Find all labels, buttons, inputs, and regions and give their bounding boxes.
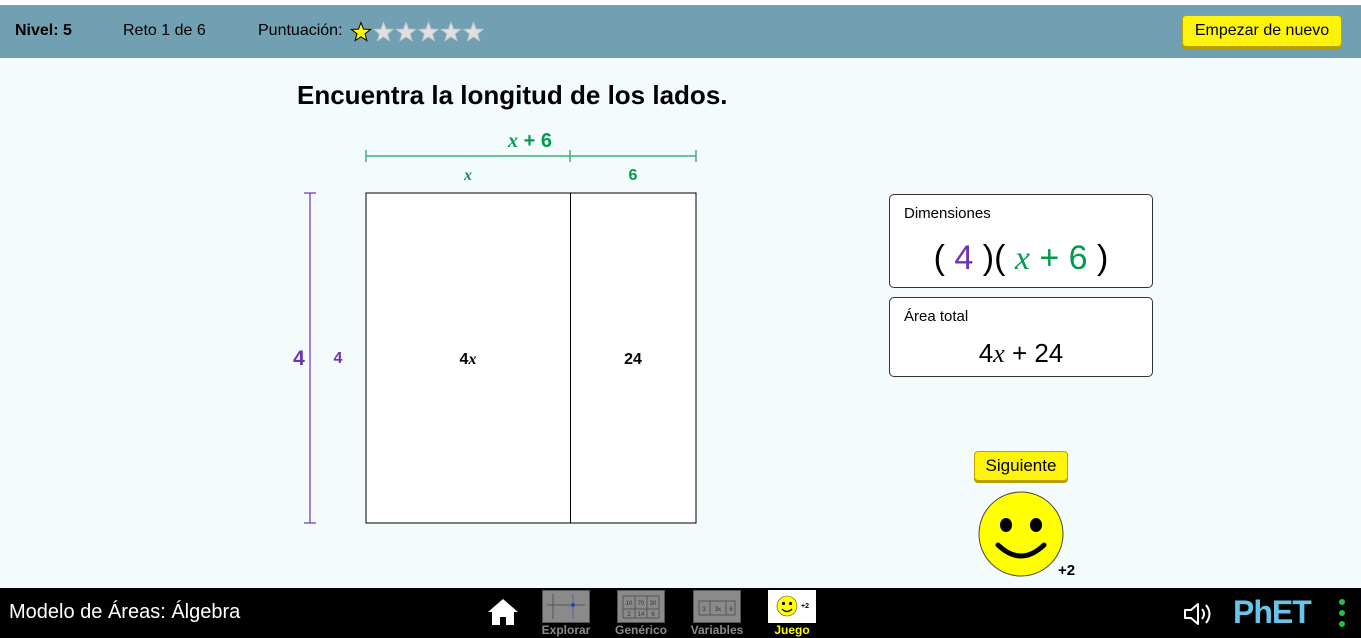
next-button[interactable]: Siguiente — [974, 451, 1068, 481]
top-part-label-2: 6 — [629, 167, 638, 184]
svg-text:+2: +2 — [801, 603, 809, 610]
area-model-diagram: x + 6 x 6 4 4 4x 24 — [293, 130, 697, 524]
top-part-label-1: x — [463, 167, 472, 184]
dimensions-label: Dimensiones — [904, 205, 991, 222]
screen-label-generic: Genérico — [614, 623, 668, 637]
svg-text:70: 70 — [638, 601, 645, 607]
smiley-face-icon — [978, 491, 1064, 577]
screen-button-game[interactable]: +2 Juego — [752, 589, 832, 637]
total-area-expression: 4x + 24 — [978, 338, 1064, 368]
explore-screen-icon — [542, 590, 590, 623]
total-area-panel: Área total 4x + 24 — [889, 297, 1153, 377]
svg-text:10: 10 — [626, 601, 633, 607]
left-total-label: 4 — [293, 347, 305, 370]
navigation-bar: Modelo de Áreas: Álgebra Explorar 10 70 … — [0, 588, 1361, 638]
sound-icon[interactable] — [1182, 600, 1216, 628]
screen-label-explore: Explorar — [541, 623, 591, 637]
screen-button-explore[interactable]: Explorar — [526, 589, 606, 637]
dimension-factor-horizontal: x + 6 — [1014, 239, 1088, 277]
start-over-button[interactable]: Empezar de nuevo — [1182, 15, 1342, 47]
menu-icon[interactable] — [1337, 598, 1347, 630]
cell-left-value: 4x — [460, 351, 477, 368]
generic-screen-icon: 10 70 30 2 14 6 — [617, 590, 665, 623]
area-rectangle — [365, 192, 697, 524]
top-total-label: x + 6 — [507, 130, 552, 152]
dimensions-panel: Dimensiones ( 4 )( x + 6 ) — [889, 194, 1153, 288]
home-icon[interactable] — [486, 597, 520, 627]
variables-screen-icon: 3 3x 6 — [693, 590, 741, 623]
total-area-label: Área total — [904, 308, 969, 325]
screen-button-variables[interactable]: 3 3x 6 Variables — [677, 589, 757, 637]
phet-logo[interactable]: PhET — [1233, 594, 1312, 631]
screen-label-game: Juego — [774, 623, 810, 637]
dimensions-expression: ( 4 )( x + 6 ) — [933, 239, 1109, 277]
sim-title: Modelo de Áreas: Álgebra — [9, 601, 241, 623]
game-screen-icon: +2 — [768, 590, 816, 623]
points-earned: +2 — [1058, 562, 1076, 579]
left-part-label: 4 — [334, 350, 343, 367]
screen-button-generic[interactable]: 10 70 30 2 14 6 Genérico — [601, 589, 681, 637]
svg-text:3x: 3x — [715, 607, 721, 613]
svg-text:14: 14 — [638, 612, 645, 618]
screen-label-variables: Variables — [690, 623, 744, 637]
dimension-factor-vertical: 4 — [954, 239, 974, 277]
cell-right-value: 24 — [624, 351, 642, 368]
svg-text:30: 30 — [650, 601, 657, 607]
